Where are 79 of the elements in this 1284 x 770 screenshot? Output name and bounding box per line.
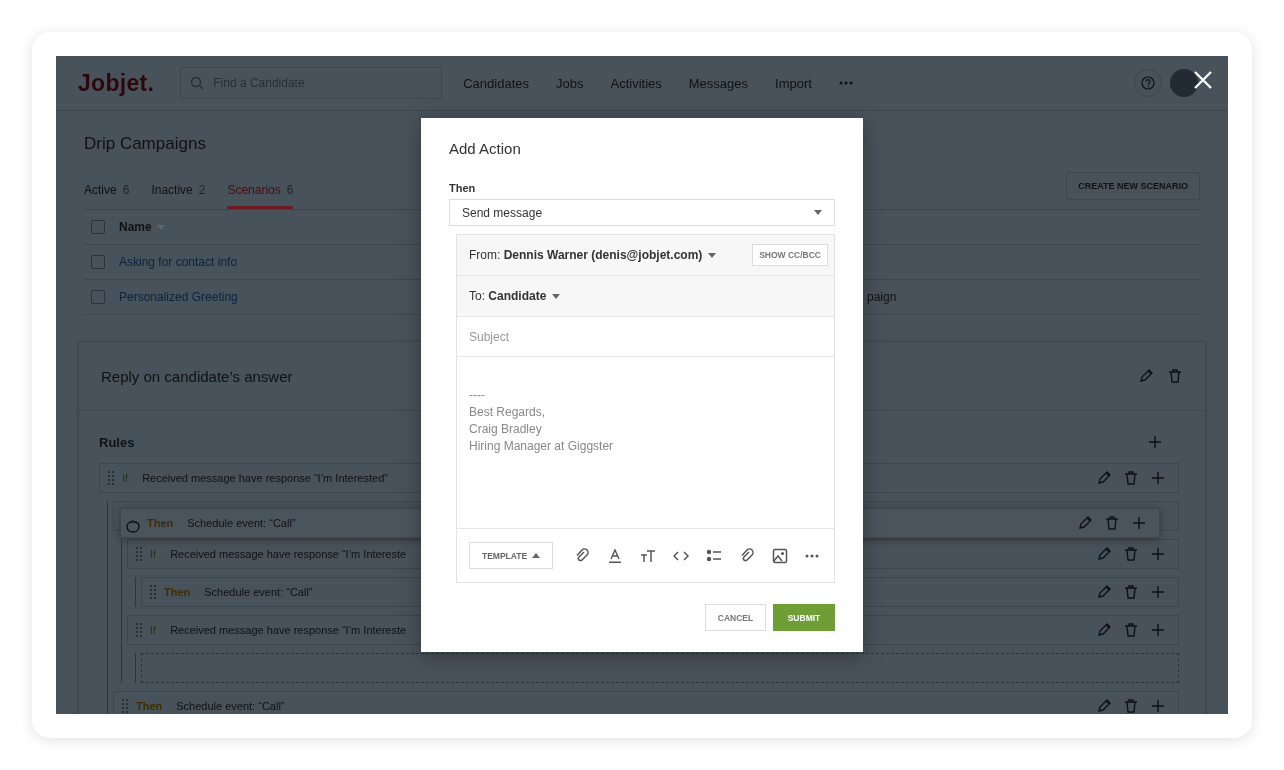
- rule-text: Received message have response “I’m Interested”: [142, 472, 388, 484]
- rule-text: Schedule event: “Call”: [176, 700, 285, 712]
- drag-handle-icon[interactable]: [136, 623, 142, 637]
- plus-icon[interactable]: [1150, 470, 1166, 486]
- scenario-title: Reply on candidate’s answer: [101, 367, 293, 385]
- logo[interactable]: Jobjet.: [78, 69, 155, 97]
- plus-icon[interactable]: [1147, 434, 1163, 450]
- field-label: Then: [449, 182, 476, 194]
- pencil-icon[interactable]: [1096, 546, 1112, 562]
- rules-label: Rules: [99, 434, 135, 450]
- avatar[interactable]: [1170, 69, 1198, 97]
- plus-icon[interactable]: [1131, 515, 1147, 531]
- show-cc-bcc-button[interactable]: SHOW CC/BCC: [752, 244, 828, 266]
- caret-icon: [708, 252, 717, 258]
- pencil-icon[interactable]: [1096, 698, 1112, 714]
- rule-row[interactable]: Then Schedule event: “Call”: [113, 691, 1179, 714]
- nav-link[interactable]: Jobs: [556, 75, 584, 91]
- from-field[interactable]: From: Dennis Warner (denis@jobjet.com): [469, 248, 703, 262]
- trash-icon[interactable]: [1123, 622, 1139, 638]
- create-scenario-button[interactable]: CREATE NEW SCENARIO: [1066, 171, 1200, 200]
- page-title: Drip Campaigns: [84, 133, 206, 155]
- rule-keyword: If: [150, 624, 157, 636]
- rule-keyword: If: [150, 548, 157, 560]
- trash-icon[interactable]: [1123, 698, 1139, 714]
- plus-icon[interactable]: [1150, 698, 1166, 714]
- search-icon: [190, 76, 205, 90]
- trash-icon[interactable]: [1123, 546, 1139, 562]
- drag-handle-icon[interactable]: [122, 699, 128, 713]
- caret-icon: [156, 224, 165, 230]
- table-cell: paign: [867, 290, 897, 304]
- template-button[interactable]: TEMPLATE: [469, 542, 554, 569]
- rule-text: Schedule event: “Call”: [204, 586, 313, 598]
- to-field[interactable]: To: Candidate: [469, 289, 547, 303]
- checkbox[interactable]: [91, 220, 105, 234]
- nav-link[interactable]: Candidates: [463, 75, 529, 91]
- caret-icon: [532, 553, 541, 558]
- plus-icon[interactable]: [1150, 546, 1166, 562]
- pencil-icon[interactable]: [1096, 622, 1112, 638]
- paperclip-icon[interactable]: [574, 547, 591, 564]
- trash-icon[interactable]: [1104, 515, 1120, 531]
- pencil-icon[interactable]: [1138, 368, 1154, 384]
- caret-icon: [552, 293, 561, 299]
- nav-link[interactable]: Import: [775, 75, 812, 91]
- pencil-icon[interactable]: [1096, 584, 1112, 600]
- image-icon[interactable]: [772, 547, 789, 564]
- drag-handle-icon[interactable]: [108, 471, 114, 485]
- submit-button[interactable]: SUBMIT: [773, 604, 835, 631]
- cancel-button[interactable]: CANCEL: [705, 604, 766, 631]
- more-icon[interactable]: [805, 553, 820, 558]
- drag-handle-icon[interactable]: [136, 547, 142, 561]
- rule-keyword: Then: [136, 700, 163, 712]
- list-icon[interactable]: [706, 547, 723, 564]
- action-select[interactable]: Send message: [449, 199, 835, 226]
- dialog-title: Add Action: [449, 140, 521, 157]
- plus-icon[interactable]: [1150, 622, 1166, 638]
- trash-icon[interactable]: [1123, 470, 1139, 486]
- checkbox[interactable]: [91, 290, 105, 304]
- caret-icon: [814, 210, 822, 215]
- rule-text: Received message have response “I’m Intereste: [170, 624, 407, 636]
- nav-link[interactable]: Messages: [688, 75, 749, 91]
- pencil-icon[interactable]: [1096, 470, 1112, 486]
- message-body-field[interactable]: ---- Best Regards, Craig Bradley Hiring Manager at Giggster: [457, 357, 834, 529]
- trash-icon[interactable]: [1167, 368, 1183, 384]
- trash-icon[interactable]: [1123, 584, 1139, 600]
- plus-icon[interactable]: [1150, 584, 1166, 600]
- rule-text: Received message have response “I’m Intereste: [170, 548, 407, 560]
- rule-keyword: Then: [147, 517, 174, 529]
- checkbox[interactable]: [91, 255, 105, 269]
- rule-keyword: If: [122, 472, 129, 484]
- drag-handle-icon[interactable]: [150, 585, 156, 599]
- text-size-icon[interactable]: [640, 547, 657, 564]
- nav-link[interactable]: Activities: [610, 75, 662, 91]
- rule-keyword: Then: [164, 586, 191, 598]
- paperclip-icon[interactable]: [739, 547, 756, 564]
- text-color-icon[interactable]: [607, 547, 624, 564]
- column-header[interactable]: Name: [119, 220, 165, 234]
- rule-text: Schedule event: “Call”: [187, 517, 296, 529]
- close-icon[interactable]: [1193, 70, 1213, 90]
- pencil-icon[interactable]: [1077, 515, 1093, 531]
